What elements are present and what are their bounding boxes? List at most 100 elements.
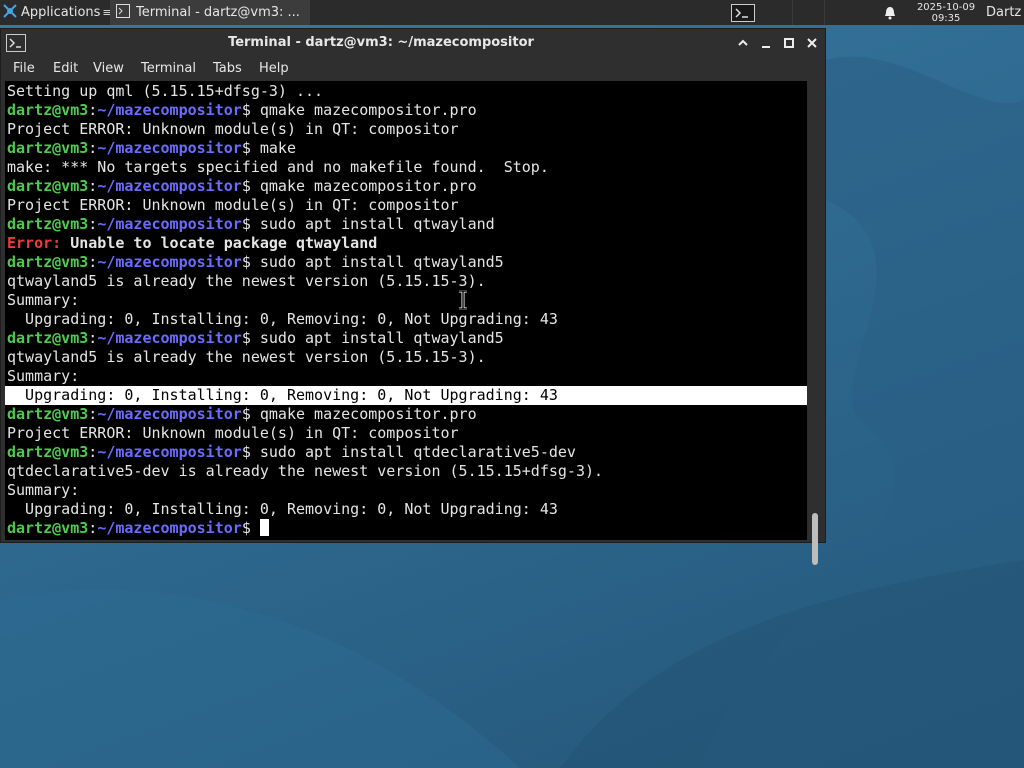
prompt-path: ~/mazecompositor (97, 253, 242, 271)
prompt-dollar: $ (241, 405, 251, 423)
command-text: qmake mazecompositor.pro (250, 405, 477, 423)
terminal-icon (116, 3, 130, 22)
prompt-separator: : (88, 215, 98, 233)
maximize-button[interactable] (779, 33, 799, 53)
menu-help[interactable]: Help (259, 61, 289, 76)
command-text (251, 519, 260, 537)
shade-button[interactable] (733, 33, 753, 53)
workspace-2[interactable] (792, 0, 823, 25)
menu-file[interactable]: File (13, 61, 35, 76)
prompt-user-host: dartz@vm3 (7, 101, 89, 119)
command-text: qmake mazecompositor.pro (250, 177, 477, 195)
workspace-3[interactable] (824, 0, 855, 25)
text-cursor-icon (459, 290, 467, 310)
terminal-window: Terminal - dartz@vm3: ~/mazecompositor F… (0, 28, 826, 565)
workspace-1[interactable] (760, 0, 790, 25)
prompt-path: ~/mazecompositor (97, 443, 242, 461)
terminal-line: dartz@vm3:~/mazecompositor$ sudo apt ins… (7, 329, 504, 348)
close-icon (807, 38, 817, 48)
menu-edit[interactable]: Edit (53, 61, 78, 76)
error-label: Error: (7, 234, 62, 252)
output-text: Setting up qml (5.15.15+dfsg-3) ... (7, 82, 324, 100)
prompt-dollar: $ (241, 139, 251, 157)
terminal-scrollbar[interactable] (808, 81, 825, 565)
prompt-dollar: $ (241, 329, 251, 347)
command-text: sudo apt install qtwayland5 (250, 329, 504, 347)
terminal-line: Project ERROR: Unknown module(s) in QT: … (7, 424, 459, 443)
terminal-cursor (259, 519, 269, 536)
prompt-user-host: dartz@vm3 (7, 215, 89, 233)
window-menubar: File Edit View Terminal Tabs Help (1, 57, 825, 81)
terminal-line: Project ERROR: Unknown module(s) in QT: … (7, 196, 459, 215)
close-button[interactable] (802, 33, 822, 53)
output-text: make: *** No targets specified and no ma… (7, 158, 549, 176)
chevron-up-icon (738, 39, 748, 46)
terminal-line: dartz@vm3:~/mazecompositor$ (7, 519, 269, 538)
prompt-separator: : (88, 253, 98, 271)
prompt-separator: : (88, 405, 98, 423)
terminal-launcher-button[interactable] (728, 0, 758, 25)
prompt-user-host: dartz@vm3 (7, 177, 89, 195)
user-menu[interactable]: Dartz (986, 0, 1024, 25)
output-text: Project ERROR: Unknown module(s) in QT: … (7, 196, 459, 214)
output-text: qtwayland5 is already the newest version… (7, 272, 486, 290)
prompt-user-host: dartz@vm3 (7, 139, 89, 157)
prompt-path: ~/mazecompositor (97, 139, 242, 157)
prompt-user-host: dartz@vm3 (7, 519, 89, 537)
minimize-button[interactable] (756, 33, 776, 53)
output-text: Summary: (7, 291, 80, 309)
prompt-separator: : (88, 443, 98, 461)
taskbar-terminal-button[interactable]: Terminal - dartz@vm3: ... (110, 0, 310, 25)
command-text: sudo apt install qtdeclarative5-dev (250, 443, 576, 461)
command-text: qmake mazecompositor.pro (250, 101, 477, 119)
terminal-line: dartz@vm3:~/mazecompositor$ sudo apt ins… (7, 253, 504, 272)
terminal-line: Project ERROR: Unknown module(s) in QT: … (7, 120, 459, 139)
terminal-line: Summary: (7, 481, 79, 500)
error-message: Unable to locate package qtwayland (61, 234, 378, 252)
prompt-path: ~/mazecompositor (97, 101, 242, 119)
applications-icon (2, 3, 18, 23)
prompt-path: ~/mazecompositor (97, 329, 242, 347)
terminal-line: Upgrading: 0, Installing: 0, Removing: 0… (5, 386, 807, 405)
output-text: Project ERROR: Unknown module(s) in QT: … (7, 424, 459, 442)
prompt-user-host: dartz@vm3 (7, 443, 89, 461)
clock-time: 09:35 (931, 12, 961, 24)
output-text: qtwayland5 is already the newest version… (7, 348, 486, 366)
menu-view[interactable]: View (93, 61, 124, 76)
clock-date: 2025-10-09 (916, 1, 976, 13)
prompt-dollar: $ (241, 177, 251, 195)
output-text: Summary: (7, 481, 80, 499)
prompt-dollar: $ (241, 443, 251, 461)
notification-bell-icon[interactable] (878, 0, 902, 25)
terminal-line: dartz@vm3:~/mazecompositor$ qmake mazeco… (7, 101, 477, 120)
command-text: sudo apt install qtwayland (250, 215, 495, 233)
terminal-output[interactable]: Setting up qml (5.15.15+dfsg-3) ... dartz… (5, 81, 807, 540)
menu-terminal[interactable]: Terminal (141, 61, 196, 76)
terminal-line: dartz@vm3:~/mazecompositor$ make (7, 139, 296, 158)
prompt-separator: : (88, 177, 98, 195)
output-text: Upgrading: 0, Installing: 0, Removing: 0… (7, 310, 558, 328)
terminal-line: qtwayland5 is already the newest version… (7, 272, 486, 291)
menu-tabs[interactable]: Tabs (213, 61, 242, 76)
prompt-separator: : (88, 519, 98, 537)
clock[interactable]: 2025-10-09 09:35 (908, 0, 984, 25)
maximize-icon (784, 38, 794, 48)
scrollbar-thumb[interactable] (812, 513, 818, 565)
top-panel: Applications ≡ Terminal - dartz@vm3: ...… (0, 0, 1024, 25)
terminal-line: make: *** No targets specified and no ma… (7, 158, 549, 177)
terminal-line: Upgrading: 0, Installing: 0, Removing: 0… (7, 500, 558, 519)
applications-menu-button[interactable]: Applications ≡ (0, 0, 112, 25)
taskbar-terminal-label: Terminal - dartz@vm3: ... (136, 5, 300, 20)
prompt-path: ~/mazecompositor (97, 215, 242, 233)
prompt-path: ~/mazecompositor (97, 177, 242, 195)
window-titlebar[interactable]: Terminal - dartz@vm3: ~/mazecompositor (1, 29, 825, 57)
command-text: make (250, 139, 296, 157)
terminal-line: Upgrading: 0, Installing: 0, Removing: 0… (7, 310, 558, 329)
prompt-separator: : (88, 139, 98, 157)
terminal-line: qtdeclarative5-dev is already the newest… (7, 462, 603, 481)
prompt-path: ~/mazecompositor (97, 519, 242, 537)
prompt-separator: : (88, 329, 98, 347)
output-text: qtdeclarative5-dev is already the newest… (7, 462, 604, 480)
output-text: Project ERROR: Unknown module(s) in QT: … (7, 120, 459, 138)
terminal-line: Summary: (7, 291, 79, 310)
